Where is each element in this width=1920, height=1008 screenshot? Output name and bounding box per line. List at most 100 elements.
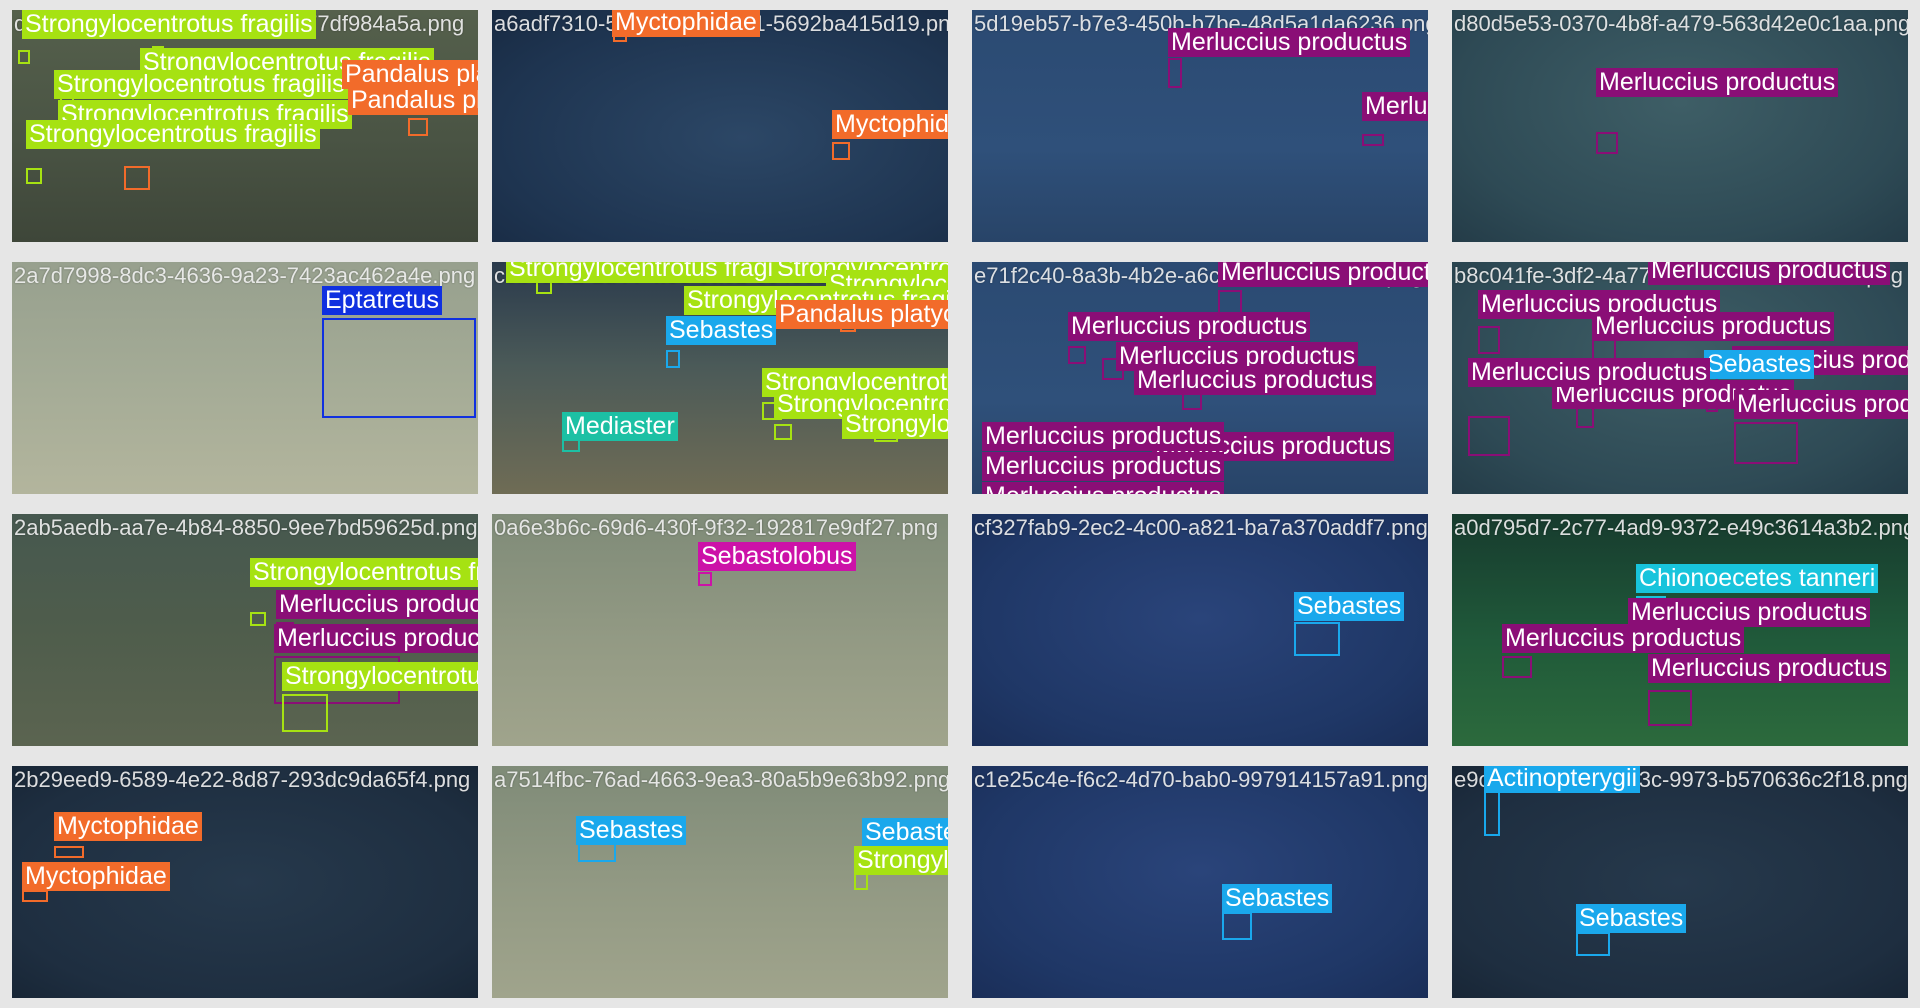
grid-tile[interactable]: a7514fbc-76ad-4663-9ea3-80a5b9e63b92.png…: [492, 766, 948, 998]
detection-label-merluccius-productus: Merluccius productus: [982, 422, 1225, 451]
detection-label-merluccius-productus: Merluccius productus: [1596, 68, 1839, 97]
grid-tile[interactable]: 0a6e3b6c-69d6-430f-9f32-192817e9df27.png…: [492, 514, 948, 746]
tile-filename: 2b29eed9-6589-4e22-8d87-293dc9da65f4.png: [14, 767, 471, 792]
detection-box-strongylocentrotus-fragilis: [282, 694, 328, 732]
grid-tile[interactable]: 2a7d7998-8dc3-4636-9a23-7423ac462a4e.png…: [12, 262, 478, 494]
detection-label-myctophidae: Myctophidae: [54, 812, 202, 841]
detection-label-merluccius-productus: Merluccius productus: [1628, 598, 1871, 627]
detection-label-merluccius-productus: Merluccius productus: [982, 452, 1225, 481]
detection-box-sebastes: [578, 842, 616, 862]
detection-box-actinopterygii: [1484, 790, 1500, 836]
detection-label-merluccius-productus: Merluccius productus: [274, 624, 478, 653]
detection-label-strongylocentrotus-fragilis: Strongylocentrotus fragilis: [842, 410, 948, 439]
grid-tile[interactable]: b8c041fe-3df2-4a77-91e0-31c5ad9490e0.png…: [1452, 262, 1908, 494]
detection-label-strongylocentrotus-fragilis: Strongylocentrotus fragilis: [250, 558, 478, 587]
detection-box-myctophidae: [832, 142, 850, 160]
detection-label-merluccius-productus: Merluccius productus: [276, 590, 478, 619]
detection-label-merluccius-productus: Merluccius productus: [982, 482, 1225, 494]
detection-box-eptatretus: [322, 318, 476, 418]
grid-tile[interactable]: 2ab5aedb-aa7e-4b84-8850-9ee7bd59625d.png…: [12, 514, 478, 746]
detection-label-merluccius-productus: Merluccius productus: [1648, 262, 1891, 285]
detection-box-strongylocentrotus-fragilis: [26, 168, 42, 184]
detection-label-strongylocentrotus-fragilis: Strongylocentrotus fragilis: [854, 846, 948, 875]
detection-label-myctophidae: Myctophidae: [832, 110, 948, 139]
detection-label-merluccius-productus: Merluccius productus: [1362, 92, 1428, 121]
detection-label-sebastes: Sebastes: [1294, 592, 1405, 621]
detection-label-strongylocentrotus-fragilis: Strongylocentrotus fragilis: [54, 70, 348, 99]
detection-label-merluccius-productus: Merluccius productus: [1218, 262, 1428, 287]
tile-filename: cf327fab9-2ec2-4c00-a821-ba7a370addf7.pn…: [974, 515, 1428, 540]
detection-box-myctophidae: [22, 890, 48, 902]
underwater-photo: [492, 766, 948, 998]
detection-label-sebastes: Sebastes: [666, 316, 777, 345]
detection-label-merluccius-productus: Merluccius productus: [1134, 366, 1377, 395]
detection-box-merluccius-productus: [1068, 346, 1086, 364]
detection-label-merluccius-productus: Merluccius productus: [1734, 390, 1908, 419]
tile-filename: a0d795d7-2c77-4ad9-9372-e49c3614a3b2.png: [1454, 515, 1908, 540]
grid-tile[interactable]: cf327fab9-2ec2-4c00-a821-ba7a370addf7.pn…: [972, 514, 1428, 746]
detection-label-sebastes: Sebastes: [862, 818, 948, 847]
detection-label-strongylocentrotus-fragilis: Strongylocentrotus fragilis: [26, 120, 320, 149]
grid-tile[interactable]: a6adf7310-5b7b-4c01-b571-5692ba415d19.pn…: [492, 10, 948, 242]
image-grid: d0e6de17-6d9a-4bc0-82b6-f077df984a5a.png…: [0, 0, 1920, 1008]
tile-filename: a7514fbc-76ad-4663-9ea3-80a5b9e63b92.png: [494, 767, 948, 792]
detection-label-mediaster: Mediaster: [562, 412, 678, 441]
detection-box-sebastes: [666, 350, 680, 368]
detection-box-merluccius-productus: [1648, 690, 1692, 726]
grid-tile[interactable]: d80d5e53-0370-4b8f-a479-563d42e0c1aa.png…: [1452, 10, 1908, 242]
detection-label-strongylocentrotus-fragilis: Strongylocentrotus fragilis: [282, 662, 478, 691]
detection-box-sebastolobus: [698, 572, 712, 586]
detection-box-merluccius-productus: [1362, 134, 1384, 146]
detection-box-merluccius-productus: [1478, 326, 1500, 354]
tile-filename: 0a6e3b6c-69d6-430f-9f32-192817e9df27.png: [494, 515, 939, 540]
grid-tile[interactable]: a0d795d7-2c77-4ad9-9372-e49c3614a3b2.png…: [1452, 514, 1908, 746]
detection-label-merluccius-productus: Merluccius productus: [1502, 624, 1745, 653]
detection-label-chionoecetes-tanneri: Chionoecetes tanneri: [1636, 564, 1879, 593]
detection-label-pandalus-platyceros: Pandalus platyceros: [348, 86, 478, 115]
grid-tile[interactable]: e9c4d0aa-1b2e-403c-9973-b570636c2f18.png…: [1452, 766, 1908, 998]
underwater-photo: [1452, 766, 1908, 998]
detection-label-strongylocentrotus-fragilis: Strongylocentrotus fragilis: [22, 10, 316, 39]
grid-tile[interactable]: 2b29eed9-6589-4e22-8d87-293dc9da65f4.png…: [12, 766, 478, 998]
underwater-photo: [972, 514, 1428, 746]
grid-tile[interactable]: e71f2c40-8a3b-4b2e-a6c2-a56525fa1a0b.png…: [972, 262, 1428, 494]
tile-filename: 2ab5aedb-aa7e-4b84-8850-9ee7bd59625d.png: [14, 515, 478, 540]
detection-label-strongylocentrotus-fragilis: Strongylocentrotus fragilis: [506, 262, 800, 283]
detection-box-sebastes: [1576, 932, 1610, 956]
detection-label-myctophidae: Myctophidae: [22, 862, 170, 891]
detection-box-merluccius-productus: [1596, 132, 1618, 154]
detection-box-strongylocentrotus-fragilis: [774, 424, 792, 440]
detection-label-eptatretus: Eptatretus: [322, 286, 442, 315]
detection-box-pandalus-platyceros: [124, 166, 150, 190]
tile-filename: c1e25c4e-f6c2-4d70-bab0-997914157a91.png: [974, 767, 1428, 792]
detection-label-pandalus-platyceros: Pandalus platyceros: [342, 60, 478, 89]
detection-box-pandalus-platyceros: [408, 118, 428, 136]
detection-label-merluccius-productus: Merluccius productus: [1648, 654, 1891, 683]
detection-label-merluccius-productus: Merluccius productus: [1468, 358, 1711, 387]
grid-tile[interactable]: d0e6de17-6d9a-4bc0-82b6-f077df984a5a.png…: [12, 10, 478, 242]
tile-filename: d80d5e53-0370-4b8f-a479-563d42e0c1aa.png: [1454, 11, 1908, 36]
detection-label-myctophidae: Myctophidae: [612, 10, 760, 37]
grid-tile[interactable]: c3b9a8f2-1d44-4f0e-9a61-3848960c0c29.png…: [492, 262, 948, 494]
detection-label-sebastes: Sebastes: [1222, 884, 1333, 913]
detection-label-merluccius-productus: Merluccius productus: [1068, 312, 1311, 341]
detection-label-sebastes: Sebastes: [576, 816, 687, 845]
detection-box-strongylocentrotus-fragilis: [250, 612, 266, 626]
underwater-photo: [972, 766, 1428, 998]
detection-label-sebastes: Sebastes: [1576, 904, 1687, 933]
tile-filename: 2a7d7998-8dc3-4636-9a23-7423ac462a4e.png: [14, 263, 476, 288]
detection-box-strongylocentrotus-fragilis: [18, 50, 30, 64]
detection-box-merluccius-productus: [1168, 58, 1182, 88]
detection-box-merluccius-productus: [1502, 656, 1532, 678]
detection-label-merluccius-productus: Merluccius productus: [1592, 312, 1835, 341]
detection-box-myctophidae: [54, 846, 84, 858]
detection-label-pandalus-platyceros: Pandalus platyceros: [776, 300, 948, 329]
underwater-photo: [1452, 10, 1908, 242]
grid-tile[interactable]: 5d19eb57-b7e3-450b-b7be-48d5a1da6236.png…: [972, 10, 1428, 242]
detection-box-merluccius-productus: [1468, 416, 1510, 456]
detection-box-sebastes: [1294, 622, 1340, 656]
detection-box-sebastes: [1222, 912, 1252, 940]
detection-label-actinopterygii: Actinopterygii: [1484, 766, 1641, 793]
detection-label-merluccius-productus: Merluccius productus: [1168, 28, 1411, 57]
grid-tile[interactable]: c1e25c4e-f6c2-4d70-bab0-997914157a91.png…: [972, 766, 1428, 998]
